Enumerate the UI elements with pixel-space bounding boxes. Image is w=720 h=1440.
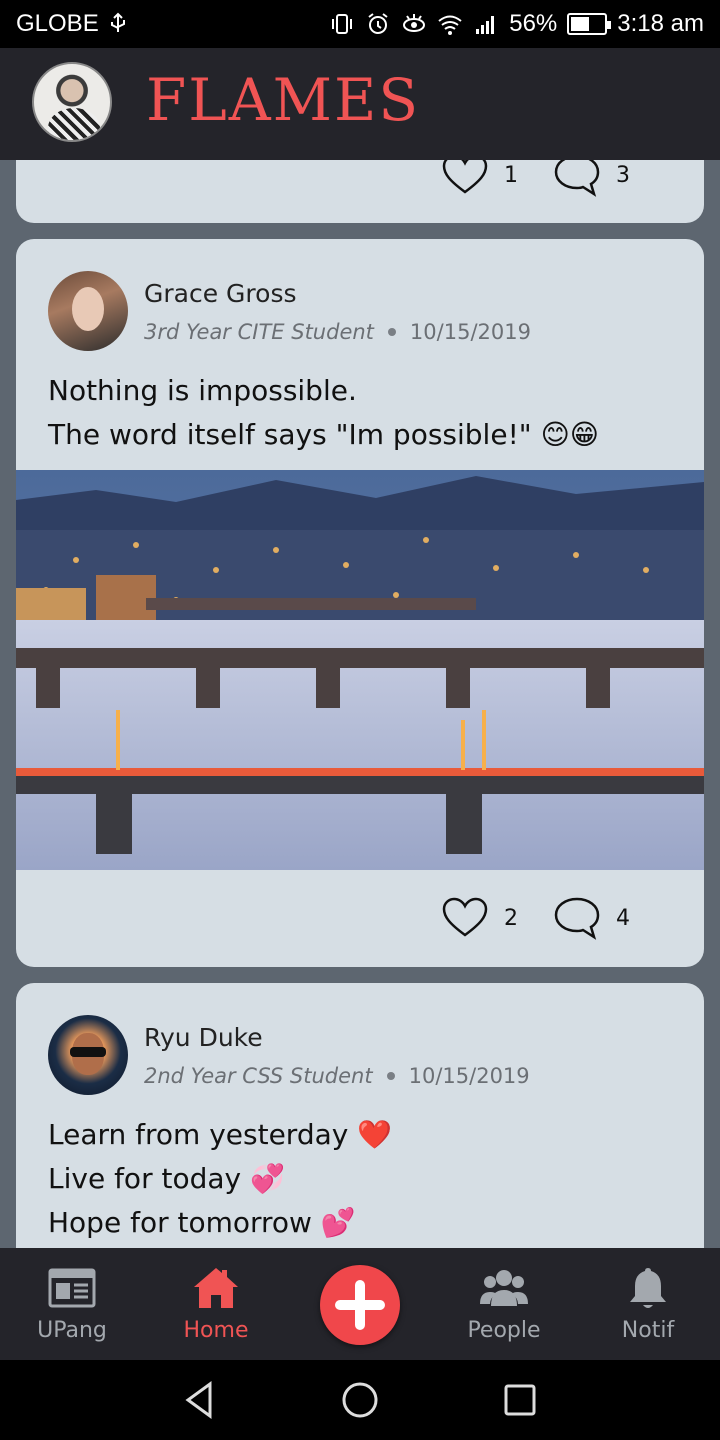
post-text-line: Nothing is impossible.	[48, 374, 357, 407]
recents-icon[interactable]	[500, 1380, 540, 1420]
nav-item-upang[interactable]: UPang	[0, 1264, 144, 1343]
post-card: Ryu Duke 2nd Year CSS Student 10/15/2019…	[16, 983, 704, 1283]
home-icon	[194, 1268, 238, 1308]
author-name[interactable]: Ryu Duke	[144, 1023, 530, 1052]
post-date: 10/15/2019	[409, 319, 531, 344]
author-role: 3rd Year CITE Student	[144, 319, 374, 344]
usb-icon	[110, 12, 125, 32]
like-button[interactable]: 2	[440, 893, 532, 943]
app-title: FLAMES	[146, 66, 421, 134]
nav-item-people[interactable]: People	[432, 1264, 576, 1343]
eye-comfort-icon	[403, 14, 426, 32]
battery-icon	[567, 13, 612, 35]
separator-dot	[386, 1071, 395, 1080]
profile-avatar[interactable]	[32, 62, 112, 142]
battery-percent: 56%	[509, 10, 558, 37]
post-text-line: Hope for tomorrow 💕	[48, 1206, 356, 1239]
nav-label: People	[467, 1318, 541, 1343]
create-post-button[interactable]	[320, 1265, 400, 1345]
wifi-icon	[438, 15, 462, 35]
back-icon[interactable]	[180, 1380, 220, 1420]
post-photo[interactable]	[16, 470, 704, 870]
like-count: 2	[504, 905, 518, 931]
post-text-line: The word itself says "Im possible!" 😊😁	[48, 418, 599, 451]
post-text-line: Learn from yesterday ❤️	[48, 1118, 393, 1151]
status-bar: GLOBE 56% 3:18 am	[0, 0, 720, 48]
comment-count: 3	[616, 162, 630, 188]
signal-icon	[476, 16, 495, 34]
newspaper-icon	[48, 1268, 96, 1308]
vibrate-icon	[332, 14, 353, 34]
people-icon	[480, 1270, 528, 1306]
heart-icon	[442, 897, 488, 937]
separator-dot	[387, 327, 396, 336]
author-role: 2nd Year CSS Student	[144, 1063, 373, 1088]
nav-label: Notif	[621, 1318, 675, 1343]
like-count: 1	[504, 162, 518, 188]
system-nav-bar	[0, 1360, 720, 1440]
post-author[interactable]: Ryu Duke 2nd Year CSS Student 10/15/2019	[48, 1015, 530, 1095]
nav-label: Home	[183, 1318, 249, 1343]
home-circle-icon[interactable]	[340, 1380, 380, 1420]
app-bar: FLAMES	[0, 48, 720, 160]
city-bridges-image	[16, 470, 704, 870]
clock: 3:18 am	[617, 10, 704, 37]
alarm-icon	[368, 13, 388, 34]
nav-item-home[interactable]: Home	[144, 1264, 288, 1343]
post-text: Learn from yesterday ❤️ Live for today 💞…	[48, 1113, 392, 1245]
comment-icon	[554, 897, 600, 940]
post-actions: 2 4	[440, 893, 644, 943]
nav-label: UPang	[37, 1318, 107, 1343]
comment-button[interactable]: 4	[552, 893, 644, 943]
nav-item-notif[interactable]: Notif	[576, 1264, 720, 1343]
post-text-line: Live for today 💞	[48, 1162, 285, 1195]
bottom-nav: UPang Home People Notif	[0, 1248, 720, 1360]
post-card: Grace Gross 3rd Year CITE Student 10/15/…	[16, 239, 704, 967]
plus-icon	[335, 1280, 385, 1330]
author-avatar[interactable]	[48, 1015, 128, 1095]
bell-icon	[630, 1268, 666, 1308]
post-author[interactable]: Grace Gross 3rd Year CITE Student 10/15/…	[48, 271, 531, 351]
comment-count: 4	[616, 905, 630, 931]
author-name[interactable]: Grace Gross	[144, 279, 531, 308]
post-text: Nothing is impossible. The word itself s…	[48, 369, 599, 457]
carrier-name: GLOBE	[16, 10, 99, 37]
author-avatar[interactable]	[48, 271, 128, 351]
post-date: 10/15/2019	[408, 1063, 530, 1088]
